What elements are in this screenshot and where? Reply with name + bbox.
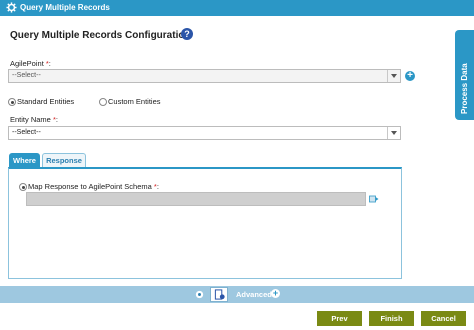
process-data-label: Process Data (460, 63, 469, 114)
entity-name-select[interactable]: --Select-- (8, 126, 401, 140)
document-icon-button[interactable] (210, 287, 228, 302)
agilepoint-label: AgilePoint *: (10, 59, 51, 68)
label-colon: : (156, 182, 159, 191)
help-icon[interactable]: ? (181, 28, 193, 40)
agilepoint-select[interactable]: --Select-- (8, 69, 401, 83)
radio-standard-entities[interactable] (8, 98, 16, 106)
page-title: Query Multiple Records Configuration (10, 30, 191, 41)
label-colon: : (48, 59, 51, 68)
advanced-plus-icon[interactable]: + (271, 289, 280, 298)
custom-entities-label: Custom Entities (108, 97, 161, 106)
window-title: Query Multiple Records (20, 3, 110, 12)
finish-button[interactable]: Finish (369, 311, 414, 326)
prev-button[interactable]: Prev (317, 311, 362, 326)
gear-icon (6, 2, 17, 13)
agilepoint-select-value: --Select-- (12, 72, 41, 79)
cancel-button[interactable]: Cancel (421, 311, 466, 326)
standard-entities-label: Standard Entities (17, 97, 75, 106)
tab-where[interactable]: Where (9, 153, 40, 168)
bottom-toolbar: Advanced + (0, 286, 474, 303)
entity-name-label-text: Entity Name (10, 115, 51, 124)
plus-icon[interactable]: + (405, 71, 415, 81)
map-response-label-text: Map Response to AgilePoint Schema (28, 182, 152, 191)
schema-field[interactable] (26, 192, 366, 206)
agilepoint-label-text: AgilePoint (10, 59, 44, 68)
radio-custom-entities[interactable] (99, 98, 107, 106)
map-response-radio[interactable] (19, 183, 27, 191)
entity-name-label: Entity Name *: (10, 115, 58, 124)
label-colon: : (55, 115, 58, 124)
chevron-down-icon[interactable] (387, 127, 400, 139)
tab-response[interactable]: Response (42, 153, 86, 168)
process-data-tab[interactable]: Process Data (455, 30, 474, 120)
title-bar: Query Multiple Records (0, 0, 474, 16)
chevron-down-icon[interactable] (387, 70, 400, 82)
advanced-label[interactable]: Advanced (236, 290, 272, 299)
settings-icon[interactable] (194, 289, 205, 300)
entity-name-select-value: --Select-- (12, 129, 41, 136)
schema-picker-icon[interactable] (369, 194, 379, 204)
map-response-label: Map Response to AgilePoint Schema *: (28, 182, 159, 191)
document-icon (214, 289, 225, 300)
